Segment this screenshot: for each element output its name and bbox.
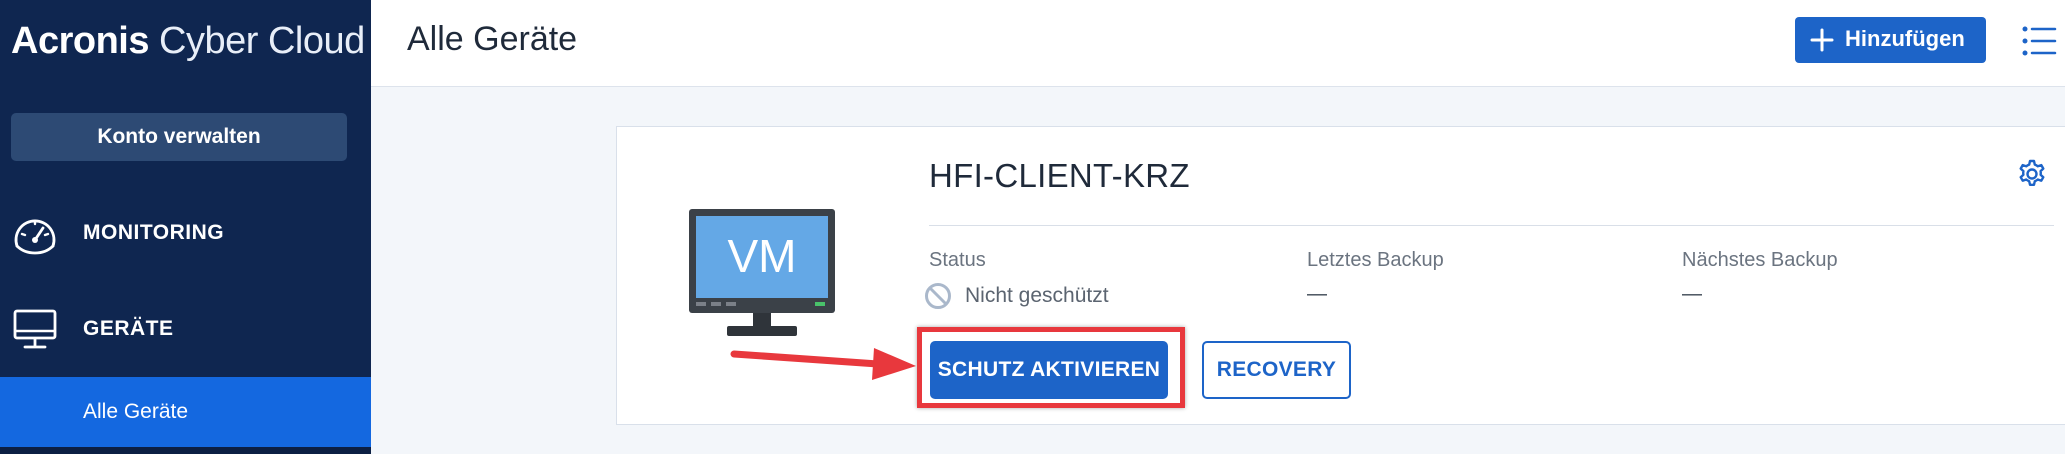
last-backup-value: —	[1307, 283, 1327, 305]
page-title: Alle Geräte	[407, 20, 578, 58]
sidebar-subitem-label: Alle Geräte	[83, 400, 189, 423]
manage-account-label: Konto verwalten	[97, 125, 261, 148]
recovery-button[interactable]: RECOVERY	[1202, 341, 1351, 399]
not-protected-icon	[925, 283, 951, 309]
page-header: Alle Geräte Hinzufügen	[371, 0, 2065, 87]
vm-icon-label: VM	[728, 230, 797, 282]
status-value: Nicht geschützt	[965, 284, 1109, 307]
next-backup-label: Nächstes Backup	[1682, 249, 1838, 271]
add-button[interactable]: Hinzufügen	[1795, 17, 1986, 63]
gear-icon[interactable]	[2017, 159, 2047, 189]
virtual-machine-icon: VM	[689, 209, 835, 336]
sidebar-subitem-all-devices[interactable]: Alle Geräte	[0, 377, 371, 447]
sidebar-divider	[0, 447, 371, 454]
speedometer-icon	[14, 219, 56, 255]
add-button-label: Hinzufügen	[1845, 26, 1965, 51]
device-name: HFI-CLIENT-KRZ	[929, 157, 1190, 194]
last-backup-label: Letztes Backup	[1307, 249, 1444, 271]
sidebar-item-monitoring[interactable]: MONITORING	[0, 198, 371, 268]
sidebar: Acronis Cyber Cloud Konto verwalten MONI…	[0, 0, 371, 454]
brand-logo: Acronis Cyber Cloud	[11, 20, 365, 63]
next-backup-value: —	[1682, 283, 1702, 305]
list-view-icon[interactable]	[2021, 22, 2057, 60]
status-label: Status	[929, 249, 986, 271]
recovery-label: RECOVERY	[1216, 358, 1337, 381]
plus-icon	[1810, 28, 1834, 52]
monitor-icon	[13, 309, 57, 349]
sidebar-item-label: GERÄTE	[83, 317, 174, 340]
card-divider	[929, 225, 2054, 226]
brand-logo-part1: Acronis	[11, 20, 149, 62]
annotation-highlight-box	[917, 327, 1185, 408]
sidebar-item-devices[interactable]: GERÄTE	[0, 294, 371, 364]
brand-logo-part2: Cyber Cloud	[148, 20, 365, 62]
annotation-arrow	[730, 348, 916, 380]
manage-account-button[interactable]: Konto verwalten	[11, 113, 347, 161]
sidebar-item-label: MONITORING	[83, 221, 225, 244]
